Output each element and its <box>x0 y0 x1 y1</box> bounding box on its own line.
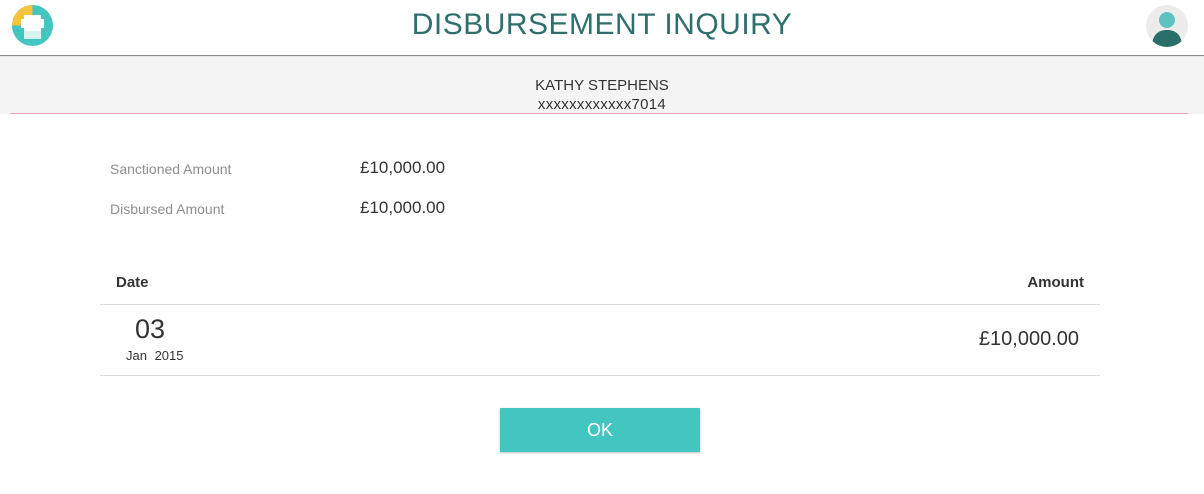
disbursement-month-year: Jan 2015 <box>126 348 184 363</box>
banner-divider <box>10 113 1188 114</box>
sanctioned-amount-value: £10,000.00 <box>360 158 446 177</box>
page-title: DISBURSEMENT INQUIRY <box>411 8 793 41</box>
disbursement-day: 03 <box>135 314 166 344</box>
amount-column-header: Amount <box>1027 274 1084 291</box>
disbursement-amount: £10,000.00 <box>978 328 1079 350</box>
sanctioned-amount-label: Sanctioned Amount <box>110 161 232 177</box>
table-row-divider <box>100 375 1100 376</box>
user-avatar-icon[interactable] <box>1146 5 1188 47</box>
app-header: DISBURSEMENT INQUIRY <box>0 0 1204 56</box>
disbursed-amount-value: £10,000.00 <box>360 198 446 217</box>
date-column-header: Date <box>116 274 149 291</box>
table-header-divider <box>100 304 1100 305</box>
customer-name: KATHY STEPHENS <box>535 77 669 94</box>
account-number: xxxxxxxxxxxx7014 <box>537 96 667 113</box>
ok-button[interactable]: OK <box>500 408 700 452</box>
disbursed-amount-label: Disbursed Amount <box>110 201 225 217</box>
